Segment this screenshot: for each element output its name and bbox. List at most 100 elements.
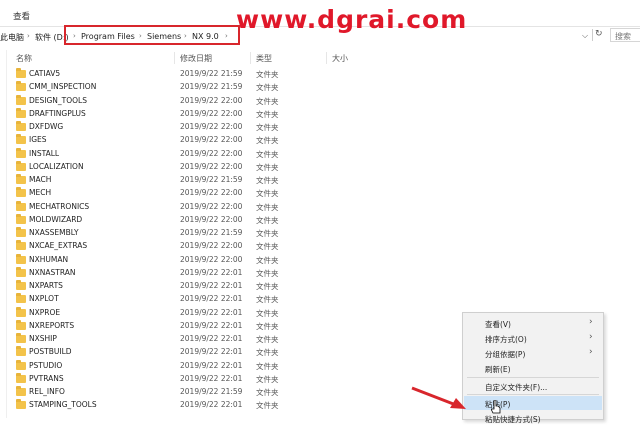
file-row[interactable]: INSTALL 2019/9/22 22:00 文件夹 (0, 147, 360, 161)
submenu-arrow-icon: › (589, 317, 593, 327)
column-header-type[interactable]: 类型 (256, 53, 272, 64)
file-name: MECHATRONICS (29, 201, 90, 211)
file-name: CATIAV5 (29, 69, 61, 78)
folder-icon (16, 147, 26, 158)
file-row[interactable]: NXCAE_EXTRAS 2019/9/22 22:00 文件夹 (0, 240, 360, 253)
folder-icon (16, 121, 26, 131)
file-date: 2019/9/22 22:01 (180, 373, 243, 383)
file-row[interactable]: IGES 2019/9/22 22:00 文件夹 (0, 134, 360, 147)
file-type: 文件夹 (256, 335, 279, 344)
menu-divider (467, 394, 599, 395)
file-date: 2019/9/22 22:01 (180, 347, 243, 357)
file-type: 文件夹 (256, 189, 279, 199)
folder-icon (16, 68, 26, 78)
file-name: PVTRANS (29, 373, 64, 383)
menu-item-sort[interactable]: 排序方式(O) (485, 334, 527, 345)
file-row[interactable]: MOLDWIZARD 2019/9/22 22:00 文件夹 (0, 213, 360, 227)
refresh-icon[interactable]: ↻ (592, 29, 606, 41)
file-row[interactable]: LOCALIZATION 2019/9/22 22:00 文件夹 (0, 160, 360, 174)
menu-view[interactable]: 查看 (13, 10, 30, 22)
file-row[interactable]: REL_INFO 2019/9/22 21:59 文件夹 (0, 386, 360, 399)
menu-item-paste-shortcut[interactable]: 粘贴快捷方式(S) (485, 414, 541, 425)
folder-icon (16, 359, 26, 370)
column-header-name[interactable]: 名称 (16, 53, 32, 64)
file-row[interactable]: DXFDWG 2019/9/22 22:00 文件夹 (0, 121, 360, 134)
file-name: POSTBUILD (29, 347, 72, 357)
file-row[interactable]: STAMPING_TOOLS 2019/9/22 22:01 文件夹 (0, 399, 360, 412)
menu-item-view[interactable]: 查看(V) (485, 319, 511, 330)
breadcrumb-this-pc[interactable]: 此电脑 (0, 32, 24, 43)
file-row[interactable]: NXSHIP 2019/9/22 22:01 文件夹 (0, 333, 360, 346)
folder-icon (16, 240, 26, 251)
file-date: 2019/9/22 22:00 (180, 148, 243, 158)
file-date: 2019/9/22 22:01 (180, 281, 243, 290)
file-date: 2019/9/22 22:01 (180, 307, 243, 317)
file-type: 文件夹 (256, 136, 279, 146)
file-type: 文件夹 (256, 282, 279, 291)
highlight-box (64, 25, 240, 45)
file-row[interactable]: CMM_INSPECTION 2019/9/22 21:59 文件夹 (0, 81, 360, 94)
folder-icon (16, 319, 26, 330)
file-row[interactable]: NXPARTS 2019/9/22 22:01 文件夹 (0, 280, 360, 293)
file-row[interactable]: NXPLOT 2019/9/22 22:01 文件夹 (0, 293, 360, 306)
file-type: 文件夹 (256, 176, 279, 185)
file-row[interactable]: DRAFTINGPLUS 2019/9/22 22:00 文件夹 (0, 107, 360, 121)
file-row[interactable]: NXREPORTS 2019/9/22 22:01 文件夹 (0, 319, 360, 333)
menu-item-refresh[interactable]: 刷新(E) (485, 364, 511, 375)
file-type: 文件夹 (256, 255, 279, 265)
search-input[interactable]: 搜索 (610, 28, 640, 42)
file-date: 2019/9/22 22:01 (180, 400, 243, 410)
column-divider[interactable] (326, 52, 327, 64)
folder-icon (16, 227, 26, 237)
menu-item-customize[interactable]: 自定义文件夹(F)... (485, 382, 547, 393)
file-name: NXPLOT (29, 294, 59, 304)
folder-icon (16, 266, 26, 277)
column-header-date[interactable]: 修改日期 (180, 53, 212, 64)
file-type: 文件夹 (256, 215, 279, 225)
file-name: PSTUDIO (29, 360, 63, 370)
file-row[interactable]: NXNASTRAN 2019/9/22 22:01 文件夹 (0, 266, 360, 280)
file-type: 文件夹 (256, 149, 279, 159)
file-type: 文件夹 (256, 388, 279, 397)
folder-icon (16, 253, 26, 264)
column-divider[interactable] (174, 52, 175, 64)
file-name: MACH (29, 175, 52, 184)
file-row[interactable]: PSTUDIO 2019/9/22 22:01 文件夹 (0, 359, 360, 373)
file-name: NXASSEMBLY (29, 228, 79, 237)
file-row[interactable]: NXHUMAN 2019/9/22 22:00 文件夹 (0, 253, 360, 267)
file-row[interactable]: PVTRANS 2019/9/22 22:01 文件夹 (0, 372, 360, 386)
file-date: 2019/9/22 22:01 (180, 334, 243, 343)
folder-icon (16, 346, 26, 357)
file-date: 2019/9/22 22:00 (180, 135, 243, 145)
menu-divider (467, 377, 599, 378)
file-date: 2019/9/22 22:00 (180, 95, 243, 105)
file-date: 2019/9/22 22:01 (180, 294, 243, 304)
file-row[interactable]: CATIAV5 2019/9/22 21:59 文件夹 (0, 68, 360, 81)
column-header-size[interactable]: 大小 (332, 53, 348, 64)
folder-icon (16, 386, 26, 396)
folder-icon (16, 107, 26, 118)
folder-icon (16, 399, 26, 410)
search-placeholder: 搜索 (615, 32, 631, 41)
file-row[interactable]: DESIGN_TOOLS 2019/9/22 22:00 文件夹 (0, 94, 360, 108)
chevron-down-icon[interactable]: ⌵ (582, 31, 588, 41)
file-type: 文件夹 (256, 348, 279, 358)
file-row[interactable]: POSTBUILD 2019/9/22 22:01 文件夹 (0, 346, 360, 359)
column-divider[interactable] (250, 52, 251, 64)
file-row[interactable]: NXPROE 2019/9/22 22:01 文件夹 (0, 306, 360, 320)
file-row[interactable]: MECHATRONICS 2019/9/22 22:00 文件夹 (0, 200, 360, 214)
folder-icon (16, 134, 26, 145)
file-date: 2019/9/22 22:00 (180, 214, 243, 224)
file-row[interactable]: MACH 2019/9/22 21:59 文件夹 (0, 174, 360, 187)
menu-item-group[interactable]: 分组依据(P) (485, 349, 525, 360)
column-header-row: 名称 修改日期 类型 大小 (0, 48, 640, 68)
file-row[interactable]: MECH 2019/9/22 22:00 文件夹 (0, 187, 360, 200)
file-type: 文件夹 (256, 162, 279, 172)
file-type: 文件夹 (256, 268, 279, 278)
file-name: REL_INFO (29, 387, 65, 396)
folder-icon (16, 293, 26, 304)
file-name: NXNASTRAN (29, 267, 76, 277)
file-row[interactable]: NXASSEMBLY 2019/9/22 21:59 文件夹 (0, 227, 360, 240)
file-date: 2019/9/22 21:59 (180, 387, 243, 396)
file-name: LOCALIZATION (29, 161, 84, 171)
